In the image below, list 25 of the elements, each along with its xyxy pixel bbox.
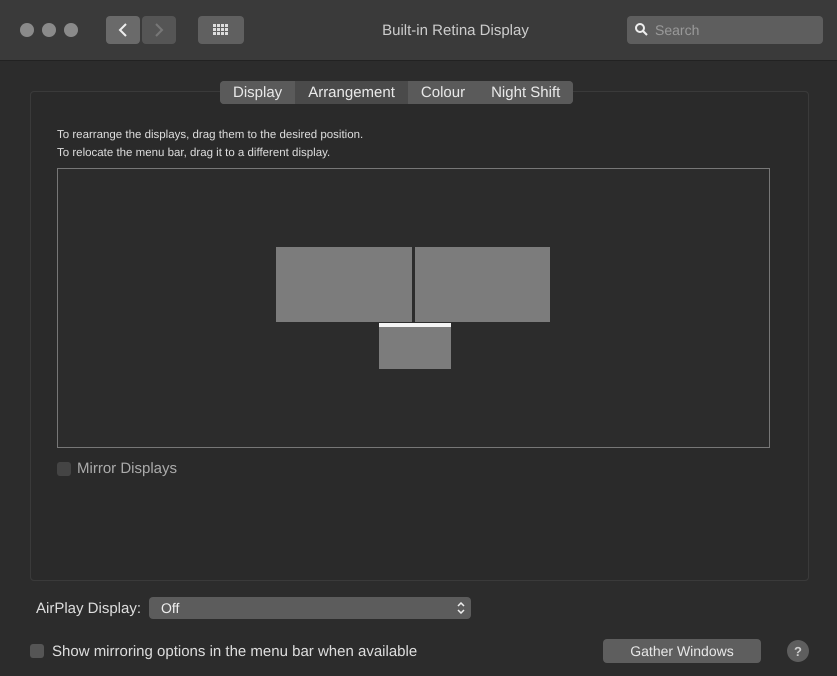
search-icon	[635, 23, 648, 36]
display-thumbnail[interactable]	[415, 247, 550, 322]
airplay-dropdown[interactable]: Off	[149, 597, 472, 619]
help-button[interactable]: ?	[787, 640, 809, 662]
checkbox-label: Mirror Displays	[77, 460, 178, 477]
checkbox-label: Show mirroring options in the menu bar when available	[52, 642, 418, 660]
show-all-button[interactable]	[198, 16, 244, 44]
search-field[interactable]: Search	[627, 16, 823, 44]
back-button[interactable]	[106, 16, 140, 44]
chevron-left-icon	[118, 23, 128, 37]
minimize-button[interactable]	[42, 23, 56, 37]
close-button[interactable]	[20, 23, 34, 37]
airplay-label: AirPlay Display:	[36, 600, 142, 616]
instruction-text: To relocate the menu bar, drag it to a different display.	[57, 146, 332, 161]
window-title: Built-in Retina Display	[381, 22, 530, 38]
updown-arrows-icon	[457, 602, 466, 614]
grid-icon	[213, 24, 229, 36]
zoom-button[interactable]	[64, 23, 78, 37]
gather-windows-button[interactable]: Gather Windows	[603, 639, 761, 663]
chevron-right-icon	[154, 23, 164, 37]
menu-bar-indicator[interactable]	[379, 323, 451, 327]
tab[interactable]: Arrangement	[295, 81, 408, 104]
display-thumbnail[interactable]	[276, 247, 412, 322]
mirroring-checkbox[interactable]	[30, 644, 44, 658]
instruction-text: To rearrange the displays, drag them to the desired position.	[57, 128, 364, 143]
